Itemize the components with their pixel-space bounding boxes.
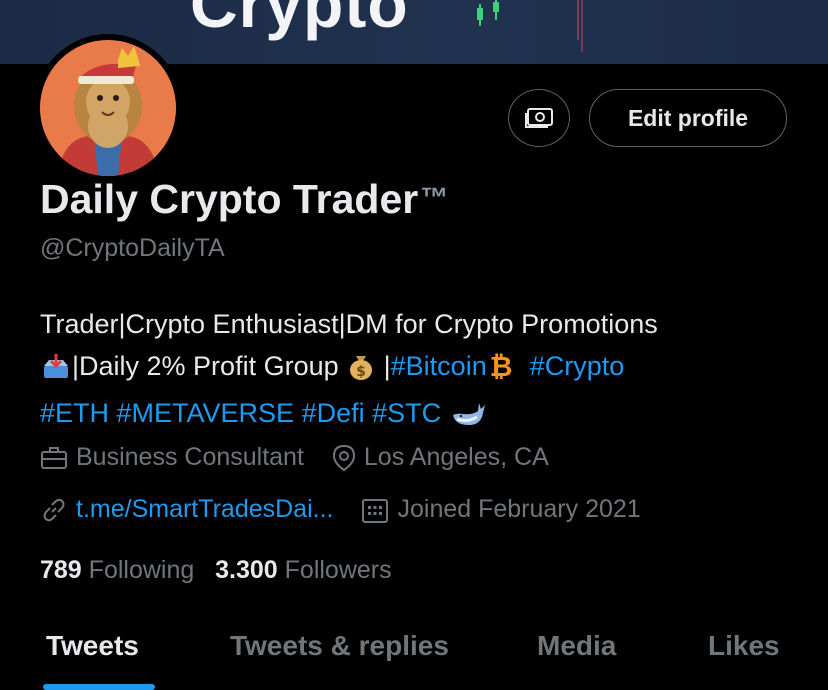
profile-meta-row-1: Business Consultant Los Angeles, CA [40, 443, 549, 472]
whale-icon [451, 397, 487, 439]
website-link[interactable]: t.me/SmartTradesDai... [76, 495, 333, 524]
hashtag-list[interactable]: #ETH #METAVERSE #Defi #STC [40, 398, 441, 428]
joined-text: Joined February 2021 [397, 495, 641, 523]
follow-counts: 789 Following 3.300 Followers [40, 556, 392, 585]
occupation-text: Business Consultant [76, 443, 304, 471]
occupation-item: Business Consultant [40, 443, 304, 472]
profile-handle: @CryptoDailyTA [40, 234, 225, 262]
avatar-image [40, 40, 176, 176]
following-label: Following [88, 556, 195, 584]
following-count: 789 [40, 556, 82, 584]
profile-meta-row-2: t.me/SmartTradesDai... Joined February 2… [40, 495, 641, 524]
followers-link[interactable]: 3.300 Followers [215, 556, 392, 584]
profile-name: Daily Crypto Trader™ [40, 176, 448, 223]
profile-tabs: Tweets Tweets & replies Media Likes [0, 620, 828, 690]
joined-item: Joined February 2021 [361, 495, 641, 524]
location-item: Los Angeles, CA [332, 443, 549, 472]
tab-tweets-and-replies[interactable]: Tweets & replies [230, 630, 449, 662]
trademark-symbol: ™ [420, 182, 449, 213]
display-name: Daily Crypto Trader [40, 176, 419, 222]
calendar-icon [362, 498, 389, 523]
bio-profit-group: |Daily 2% Profit Group [72, 351, 339, 381]
tab-tweets[interactable]: Tweets [46, 630, 139, 662]
location-text: Los Angeles, CA [363, 443, 549, 471]
bio-line-2: |Daily 2% Profit Group $ |#Bitcoin ₿ #Cry… [40, 345, 800, 392]
svg-text:₿: ₿ [489, 352, 512, 380]
bio-line-3: #ETH #METAVERSE #Defi #STC [40, 392, 800, 439]
edit-profile-button[interactable]: Edit profile [589, 89, 787, 147]
followers-count: 3.300 [215, 556, 278, 584]
inbox-tray-icon [42, 350, 70, 392]
following-link[interactable]: 789 Following [40, 556, 194, 584]
hashtag-crypto[interactable]: #Crypto [530, 351, 625, 381]
bitcoin-icon: ₿ [489, 350, 513, 392]
bio-line-1: Trader|Crypto Enthusiast|DM for Crypto P… [40, 309, 658, 339]
link-icon [43, 498, 65, 521]
tip-jar-button[interactable] [508, 89, 570, 147]
location-pin-icon [332, 444, 355, 471]
profile-avatar[interactable] [34, 34, 182, 182]
website-item[interactable]: t.me/SmartTradesDai... [40, 495, 333, 524]
banner-title: Crypto [190, 0, 409, 41]
followers-label: Followers [284, 556, 392, 584]
svg-text:$: $ [356, 364, 366, 380]
bio-separator: | [376, 351, 391, 381]
tip-jar-icon [525, 108, 553, 128]
briefcase-icon [41, 446, 67, 469]
banner-candles-graphic [477, 0, 583, 52]
profile-bio: Trader|Crypto Enthusiast|DM for Crypto P… [40, 303, 800, 439]
tab-likes[interactable]: Likes [708, 630, 780, 662]
hashtag-bitcoin[interactable]: #Bitcoin [391, 351, 487, 381]
tab-media[interactable]: Media [537, 630, 616, 662]
active-tab-indicator [43, 684, 155, 690]
money-bag-icon: $ [348, 350, 374, 392]
